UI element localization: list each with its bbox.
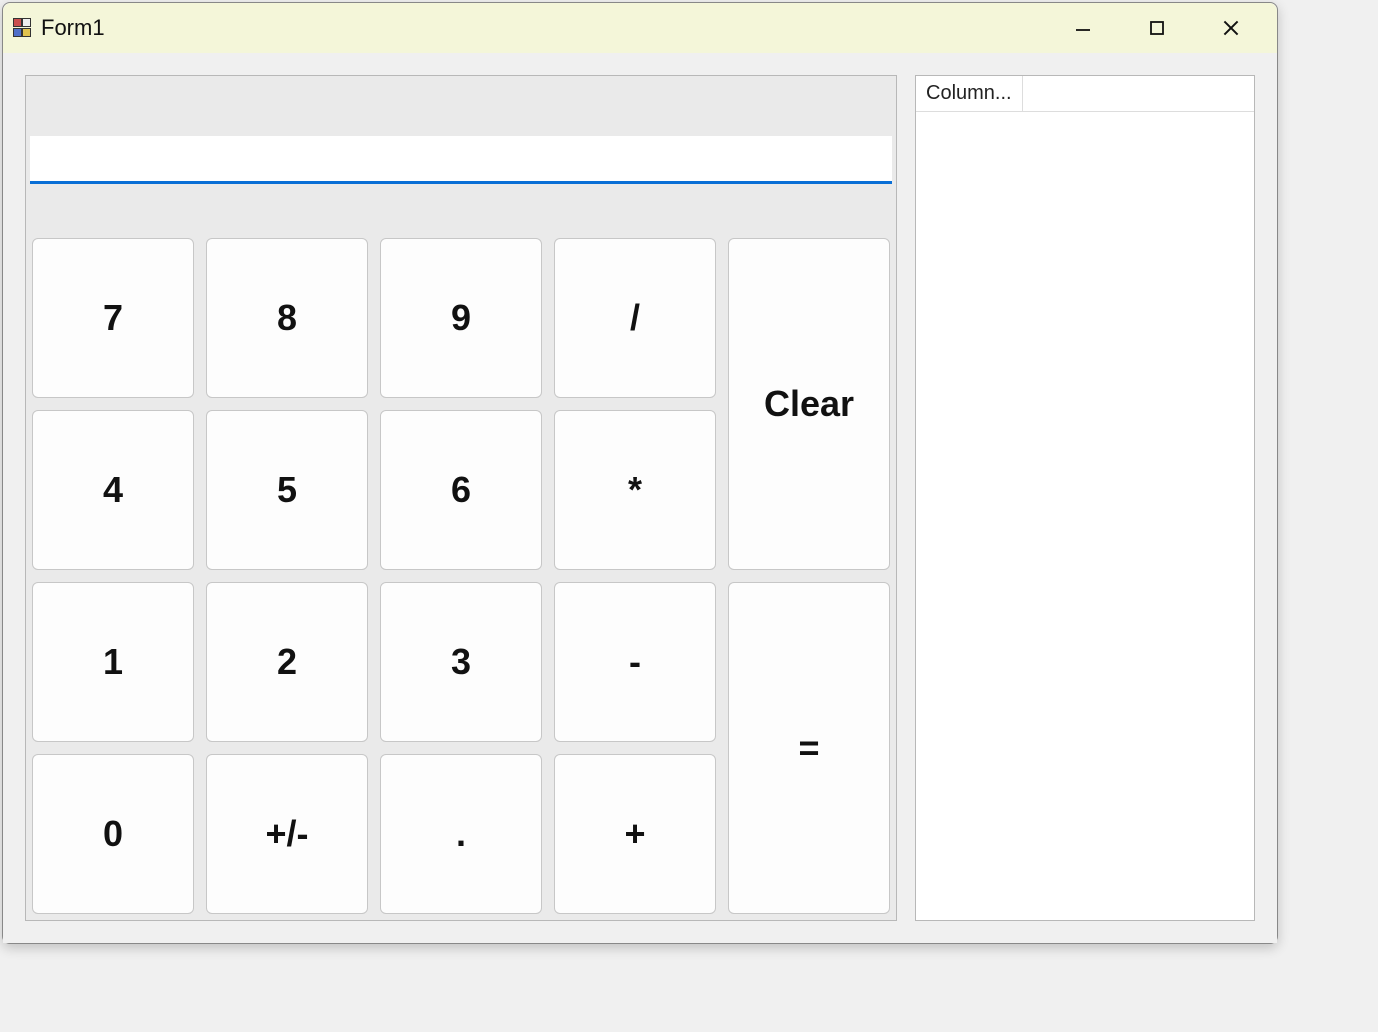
titlebar[interactable]: Form1 — [3, 3, 1277, 53]
key-decimal[interactable]: . — [380, 754, 542, 914]
app-icon — [13, 18, 33, 38]
close-button[interactable] — [1213, 10, 1249, 46]
key-divide[interactable]: / — [554, 238, 716, 398]
list-header: Column... — [916, 76, 1254, 112]
window-controls — [1065, 10, 1267, 46]
column-header-0[interactable]: Column... — [916, 76, 1023, 111]
key-equals[interactable]: = — [728, 582, 890, 914]
display-container — [26, 76, 896, 236]
key-sign[interactable]: +/- — [206, 754, 368, 914]
minimize-button[interactable] — [1065, 10, 1101, 46]
key-8[interactable]: 8 — [206, 238, 368, 398]
key-4[interactable]: 4 — [32, 410, 194, 570]
key-2[interactable]: 2 — [206, 582, 368, 742]
client-area: 7 8 9 / Clear 4 5 6 * 1 2 3 - = 0 +/- . … — [3, 53, 1277, 943]
key-add[interactable]: + — [554, 754, 716, 914]
key-0[interactable]: 0 — [32, 754, 194, 914]
key-9[interactable]: 9 — [380, 238, 542, 398]
calculator-panel: 7 8 9 / Clear 4 5 6 * 1 2 3 - = 0 +/- . … — [25, 75, 897, 921]
keypad: 7 8 9 / Clear 4 5 6 * 1 2 3 - = 0 +/- . … — [26, 236, 896, 920]
app-window: Form1 7 8 9 / Clear 4 — [2, 2, 1278, 944]
display-input[interactable] — [30, 136, 892, 184]
history-list[interactable]: Column... — [915, 75, 1255, 921]
key-6[interactable]: 6 — [380, 410, 542, 570]
list-body[interactable] — [916, 112, 1254, 920]
key-subtract[interactable]: - — [554, 582, 716, 742]
window-title: Form1 — [41, 15, 105, 41]
key-multiply[interactable]: * — [554, 410, 716, 570]
maximize-button[interactable] — [1139, 10, 1175, 46]
key-1[interactable]: 1 — [32, 582, 194, 742]
key-clear[interactable]: Clear — [728, 238, 890, 570]
key-3[interactable]: 3 — [380, 582, 542, 742]
key-5[interactable]: 5 — [206, 410, 368, 570]
key-7[interactable]: 7 — [32, 238, 194, 398]
